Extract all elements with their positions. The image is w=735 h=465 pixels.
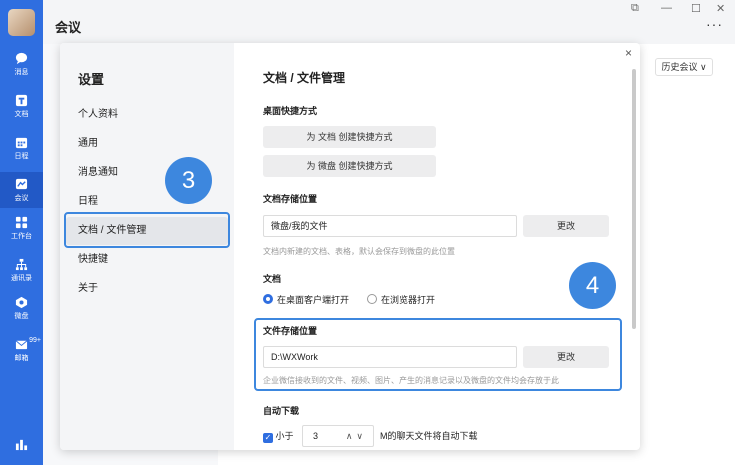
nav-item-profile[interactable]: 个人资料 [66, 101, 228, 129]
maximize-icon[interactable]: ☐ [691, 2, 701, 15]
minimize-icon[interactable]: — [661, 2, 672, 14]
doc-icon [15, 94, 28, 107]
mail-icon [15, 340, 28, 350]
rail-item-meeting[interactable]: 会议 [0, 172, 43, 208]
doc-storage-path-field[interactable]: 微盘/我的文件 [263, 215, 517, 237]
auto-download-checkbox[interactable]: ✓ 小于 [263, 429, 294, 443]
nav-item-shortcuts[interactable]: 快捷键 [66, 246, 228, 274]
close-window-icon[interactable]: ✕ [716, 2, 725, 15]
stepper-arrows-icon[interactable]: ∧∨ [346, 426, 367, 446]
rail-label: 邮箱 [14, 355, 29, 362]
doc-storage-hint: 文档内新建的文档、表格，默认会保存到微盘的此位置 [263, 247, 455, 256]
size-value: 3 [313, 431, 319, 441]
history-meetings-button[interactable]: 历史会议 ∨ [655, 58, 713, 76]
rail-item-disk[interactable]: 微盘 [0, 296, 43, 332]
create-doc-shortcut-button[interactable]: 为 文档 创建快捷方式 [263, 126, 436, 148]
restore-icon[interactable]: ⧉ [631, 2, 639, 15]
rail-label: 通讯录 [11, 275, 32, 282]
chat-bubble-icon [15, 52, 28, 65]
nav-item-about[interactable]: 关于 [66, 275, 228, 303]
avatar[interactable] [8, 9, 35, 36]
rail-item-more[interactable] [0, 438, 43, 465]
create-disk-shortcut-button[interactable]: 为 微盘 创建快捷方式 [263, 155, 436, 177]
open-in-browser-radio[interactable]: 在浏览器打开 [367, 293, 435, 306]
scrollbar[interactable] [632, 69, 636, 329]
section-title: 文档 / 文件管理 [263, 71, 346, 85]
meeting-icon [15, 178, 28, 190]
disk-icon [15, 296, 28, 309]
rail-item-docs[interactable]: 文档 [0, 94, 43, 130]
rail-label: 文档 [14, 111, 29, 118]
highlight-box-nav [64, 212, 230, 248]
rail-label: 日程 [14, 153, 29, 160]
open-in-client-radio[interactable]: 在桌面客户端打开 [263, 293, 349, 306]
bar-chart-icon [15, 439, 28, 451]
radio-unselected-icon [367, 294, 377, 304]
size-stepper[interactable]: 3 ∧∨ [302, 425, 374, 447]
radio-label: 在桌面客户端打开 [277, 295, 350, 305]
rail-item-contacts[interactable]: 通讯录 [0, 258, 43, 294]
rail-item-calendar[interactable]: 日程 [0, 136, 43, 172]
unread-badge: 99+ [29, 337, 41, 344]
step-4-marker: 4 [569, 262, 616, 309]
doc-storage-label: 文档存储位置 [263, 194, 318, 204]
calendar-icon [15, 137, 28, 149]
doc-open-label: 文档 [263, 274, 282, 284]
rail-item-mail[interactable]: 99+ 邮箱 [0, 337, 43, 374]
auto-download-label: 自动下载 [263, 406, 300, 416]
auto-download-suffix: M的聊天文件将自动下载 [380, 431, 478, 441]
rail-label: 会议 [14, 195, 29, 202]
highlight-box-file-storage [254, 318, 622, 391]
radio-selected-icon [263, 294, 273, 304]
settings-title: 设置 [78, 72, 105, 87]
shortcut-label: 桌面快捷方式 [263, 106, 318, 116]
checkmark-icon: ✓ [263, 433, 273, 443]
rail-label: 消息 [14, 69, 29, 76]
rail-label: 微盘 [14, 313, 29, 320]
rail-item-workbench[interactable]: 工作台 [0, 216, 43, 252]
rail-label: 工作台 [11, 233, 32, 240]
nav-item-general[interactable]: 通用 [66, 130, 228, 158]
page-title: 会议 [55, 20, 82, 35]
rail-item-messages[interactable]: 消息 [0, 52, 43, 88]
close-dialog-icon[interactable]: × [625, 46, 632, 60]
step-3-marker: 3 [165, 157, 212, 204]
grid-icon [15, 216, 28, 229]
doc-storage-change-button[interactable]: 更改 [523, 215, 609, 237]
more-icon[interactable]: ··· [706, 16, 723, 32]
org-chart-icon [15, 258, 28, 271]
radio-label: 在浏览器打开 [381, 295, 436, 305]
left-rail: 消息 文档 日程 会议 工作台 通讯录 微盘 99+ 邮箱 [0, 0, 43, 465]
auto-download-prefix: 小于 [275, 431, 294, 441]
